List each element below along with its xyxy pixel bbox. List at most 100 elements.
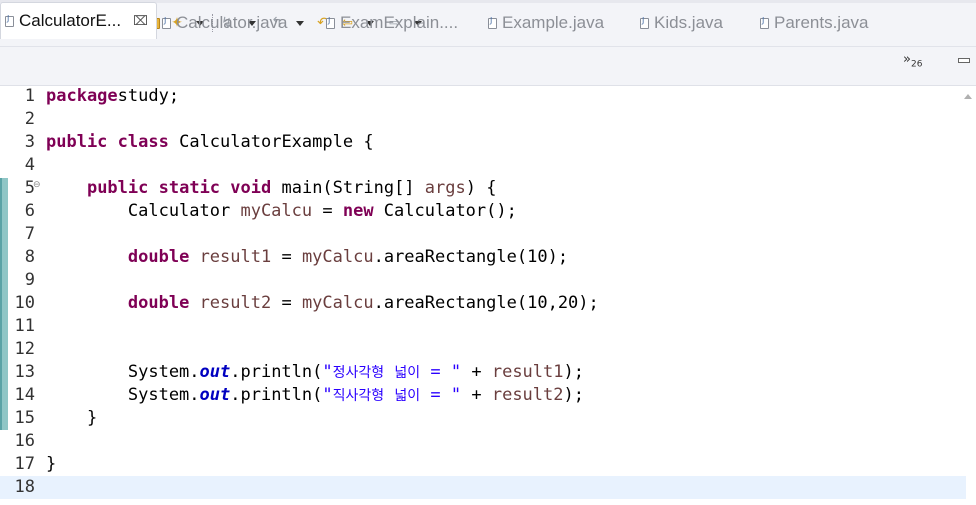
token-plain: .areaRectangle(10,20); [373, 293, 599, 313]
fold-collapse-icon[interactable]: ⊖ [33, 180, 41, 190]
code-line[interactable]: 1 packagestudy; [0, 85, 966, 108]
token-plain: = [271, 247, 302, 267]
token-kw: double [127, 247, 190, 267]
code-text: System.out.println("정사각형 넓이 = " + result… [46, 361, 584, 385]
token-plain: main(String[] [271, 178, 425, 198]
code-line[interactable]: 12 [0, 338, 966, 361]
token-var: result2 [491, 385, 564, 405]
tab-overflow-button[interactable]: »26 [903, 52, 922, 70]
line-number: 16 [14, 431, 35, 451]
token-plain: study; [117, 86, 180, 106]
line-number: 14 [14, 385, 35, 405]
prev-annotation-dropdown-icon[interactable] [294, 14, 306, 32]
line-number: 17 [14, 454, 35, 474]
code-line[interactable]: 5 ⊖ public static void main(String[] args… [0, 177, 966, 200]
token-kw: public [86, 178, 149, 198]
line-number: 12 [14, 339, 35, 359]
token-plain: + [461, 362, 492, 382]
code-line[interactable]: 3 public class CalculatorExample { [0, 131, 966, 154]
token-var: result1 [491, 362, 564, 382]
token-kw: void [230, 178, 272, 198]
token-plain: ) { [465, 178, 497, 198]
chevron-double-right-icon: » [903, 52, 911, 67]
java-file-icon [326, 16, 335, 29]
token-var: myCalcu [301, 247, 374, 267]
tab-example[interactable]: Example.java [488, 10, 604, 36]
close-tab-icon[interactable]: ⌧ [133, 13, 148, 29]
code-text: double result2 = myCalcu.areaRectangle(1… [46, 292, 599, 315]
line-number: 3 [24, 132, 35, 152]
line-number: 10 [14, 293, 35, 313]
code-line[interactable]: 8 double result1 = myCalcu.areaRectangle… [0, 246, 966, 269]
code-line[interactable]: 15 } [0, 407, 966, 430]
line-number: 13 [14, 362, 35, 382]
line-number: 4 [24, 155, 35, 175]
code-editor[interactable]: 1 packagestudy; 2 3 public class CalculatorE… [0, 86, 976, 505]
minimize-icon[interactable] [958, 58, 970, 63]
line-number: 18 [14, 477, 35, 497]
line-number: 7 [24, 224, 35, 244]
tab-label: Calculator.java [176, 13, 288, 32]
token-kw: new [342, 201, 374, 221]
editor-tab-bar [0, 47, 976, 86]
code-line[interactable]: 7 [0, 223, 966, 246]
code-line[interactable]: 14 System.out.println("직사각형 넓이 = " + res… [0, 384, 966, 407]
token-var: result1 [199, 247, 272, 267]
token-fld: out [199, 362, 231, 382]
token-plain: .areaRectangle(10); [373, 247, 569, 267]
line-number: 8 [24, 247, 35, 267]
tab-kids[interactable]: Kids.java [640, 10, 723, 36]
code-line[interactable]: 13 System.out.println("정사각형 넓이 = " + res… [0, 361, 966, 384]
code-text: Calculator myCalcu = new Calculator(); [46, 200, 517, 223]
line-number: 9 [24, 270, 35, 290]
code-line[interactable]: 9 [0, 269, 966, 292]
token-fld: out [199, 385, 231, 405]
token-plain: .println( [230, 385, 323, 405]
code-line[interactable]: 11 [0, 315, 966, 338]
token-str: "정사각형 넓이 = " [322, 362, 462, 382]
token-var: myCalcu [301, 293, 374, 313]
token-plain: } [46, 408, 98, 428]
code-line[interactable]: 17} [0, 453, 966, 476]
token-kw: public [46, 132, 108, 152]
tab-exam-explain[interactable]: ExamExplain.... [326, 10, 458, 36]
code-line[interactable]: 16 [0, 430, 966, 453]
line-number: 1 [24, 86, 35, 106]
code-line[interactable]: 18 [0, 476, 966, 499]
line-number: 11 [14, 316, 35, 336]
token-plain: ); [563, 362, 584, 382]
code-line[interactable]: 4 [0, 154, 966, 177]
token-kw: class [117, 132, 169, 152]
code-line[interactable]: 10 double result2 = myCalcu.areaRectangl… [0, 292, 966, 315]
java-file-icon [5, 14, 14, 27]
token-plain: ); [563, 385, 584, 405]
code-text: System.out.println("직사각형 넓이 = " + result… [46, 384, 584, 408]
tab-label: ExamExplain.... [340, 13, 459, 32]
tab-label: Kids.java [654, 13, 723, 32]
code-line[interactable]: 6 Calculator myCalcu = new Calculator(); [0, 200, 966, 223]
token-kw: package [46, 86, 118, 106]
java-file-icon [760, 16, 769, 29]
tab-calculator[interactable]: Calculator.java [162, 10, 288, 36]
java-file-icon [488, 16, 497, 29]
line-number: 15 [14, 408, 35, 428]
tab-parents[interactable]: Parents.java [760, 10, 869, 36]
token-kw: static [158, 178, 221, 198]
token-plain: + [461, 385, 492, 405]
code-line[interactable]: 2 [0, 108, 966, 131]
token-var: args [424, 178, 466, 198]
token-plain: CalculatorExample { [168, 132, 374, 152]
code-text: double result1 = myCalcu.areaRectangle(1… [46, 246, 568, 269]
token-var: myCalcu [240, 201, 313, 221]
tab-calculator-example[interactable]: CalculatorE... ⌧ [0, 2, 158, 39]
token-plain: System. [46, 362, 200, 382]
token-var: result2 [199, 293, 272, 313]
token-str: "직사각형 넓이 = " [322, 385, 462, 405]
